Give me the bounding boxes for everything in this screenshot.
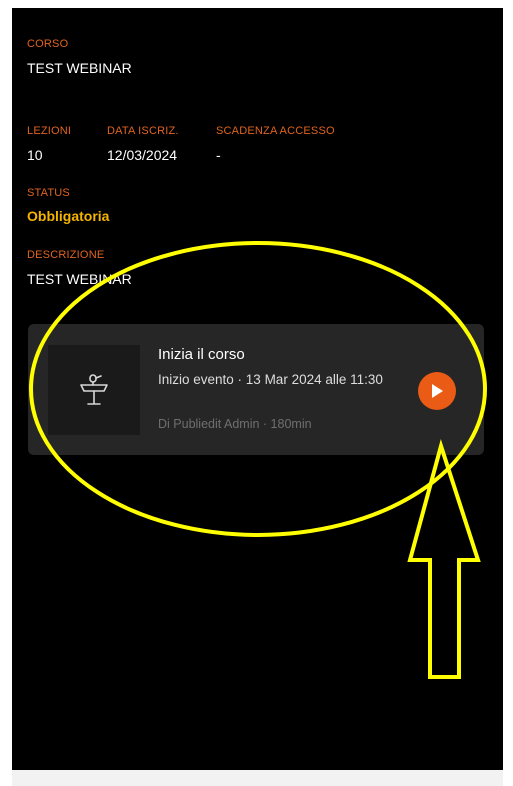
bottom-bar (12, 770, 503, 786)
enroll-date-value: 12/03/2024 (107, 147, 178, 163)
play-icon (432, 384, 443, 398)
lessons-value: 10 (27, 147, 43, 163)
description-text: TEST WEBINAR (27, 271, 132, 287)
lesson-schedule: Inizio evento · 13 Mar 2024 alle 11:30 (158, 372, 383, 387)
access-expiry-value: - (216, 147, 221, 163)
lesson-meta: Di Publiedit Admin · 180min (158, 417, 312, 431)
course-detail-screen: CORSO TEST WEBINAR LEZIONI DATA ISCRIZ. … (12, 8, 503, 770)
lesson-card[interactable]: Inizia il corso Inizio evento · 13 Mar 2… (28, 324, 484, 455)
podium-icon (80, 374, 108, 405)
course-title: TEST WEBINAR (27, 60, 132, 76)
play-button[interactable] (418, 372, 456, 410)
enroll-date-label: DATA ISCRIZ. (107, 125, 179, 137)
status-value: Obbligatoria (27, 208, 110, 224)
lessons-label: LEZIONI (27, 125, 72, 137)
description-label: DESCRIZIONE (27, 249, 105, 261)
status-label: STATUS (27, 187, 70, 199)
course-label: CORSO (27, 38, 69, 50)
lesson-thumbnail (48, 345, 140, 435)
lesson-title: Inizia il corso (158, 346, 245, 363)
access-expiry-label: SCADENZA ACCESSO (216, 125, 335, 137)
